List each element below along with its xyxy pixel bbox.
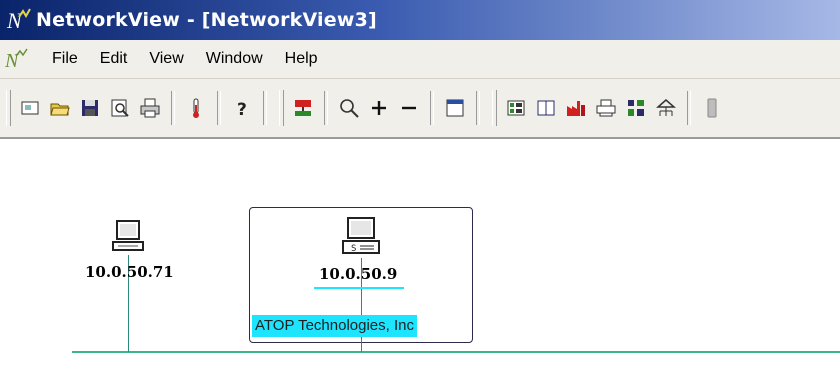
toolbar-separator [324, 91, 328, 125]
printer-icon[interactable] [593, 95, 619, 121]
selection-underline [314, 287, 404, 289]
toolbar-separator [217, 91, 221, 125]
toolbar-separator [430, 91, 434, 125]
menu-file[interactable]: File [52, 50, 78, 68]
title-bar[interactable]: N NetworkView - [NetworkView3] [0, 0, 840, 40]
toolbar-separator [171, 91, 175, 125]
device-list-icon[interactable] [503, 95, 529, 121]
window-title: NetworkView - [NetworkView3] [36, 9, 377, 31]
computer-icon[interactable] [110, 219, 146, 255]
book-icon[interactable] [533, 95, 559, 121]
toolbar-grip[interactable] [6, 90, 11, 126]
svg-text:?: ? [237, 100, 247, 119]
toolbar-separator [687, 91, 691, 125]
menu-edit[interactable]: Edit [100, 50, 128, 68]
toolbar-grip[interactable] [279, 90, 284, 126]
menu-bar: N File Edit View Window Help [0, 40, 840, 79]
node-ip-label: 10.0.50.71 [85, 263, 174, 281]
toolbar: ? [0, 79, 840, 139]
network-canvas[interactable]: 10.0.50.71 S 10.0.50.9 ATOP Technologies… [0, 139, 840, 376]
node-ip-label: 10.0.50.9 [319, 265, 398, 283]
print-preview-icon[interactable] [107, 95, 133, 121]
document-logo-icon[interactable]: N [4, 47, 30, 72]
battery-icon[interactable] [699, 95, 725, 121]
zoom-out-icon[interactable] [396, 95, 422, 121]
network-bus-line [72, 351, 840, 353]
menu-window[interactable]: Window [206, 50, 263, 68]
server-icon[interactable]: S [340, 216, 382, 258]
print-icon[interactable] [137, 95, 163, 121]
svg-text:N: N [6, 8, 23, 33]
toolbar-grip[interactable] [492, 90, 497, 126]
new-icon[interactable] [17, 95, 43, 121]
window-icon[interactable] [442, 95, 468, 121]
tree-icon[interactable] [653, 95, 679, 121]
help-icon[interactable]: ? [229, 95, 255, 121]
networkview-logo-icon: N [6, 7, 32, 33]
factory-icon[interactable] [563, 95, 589, 121]
zoom-in-icon[interactable] [366, 95, 392, 121]
thermometer-icon[interactable] [183, 95, 209, 121]
toolbar-separator [476, 91, 480, 125]
group-icon[interactable] [623, 95, 649, 121]
menu-help[interactable]: Help [285, 50, 318, 68]
toolbar-separator [263, 91, 267, 125]
open-icon[interactable] [47, 95, 73, 121]
network-map-icon[interactable] [290, 95, 316, 121]
menu-view[interactable]: View [149, 50, 183, 68]
organization-tag[interactable]: ATOP Technologies, Inc [252, 315, 417, 337]
zoom-icon[interactable] [336, 95, 362, 121]
save-icon[interactable] [77, 95, 103, 121]
svg-text:S: S [351, 244, 356, 254]
